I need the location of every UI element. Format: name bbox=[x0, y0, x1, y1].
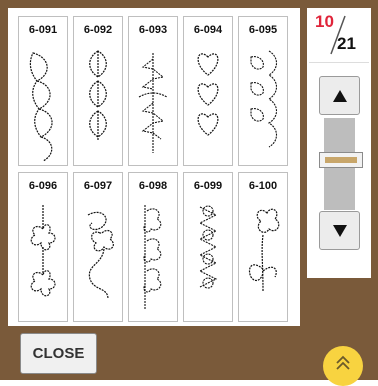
pattern-code: 6-091 bbox=[28, 24, 58, 36]
pattern-code: 6-099 bbox=[193, 180, 223, 192]
pattern-tile-6-095[interactable]: 6-095 bbox=[238, 16, 288, 166]
triangle-up-icon bbox=[332, 89, 347, 102]
pattern-code: 6-098 bbox=[138, 180, 168, 192]
pattern-code: 6-096 bbox=[28, 180, 58, 192]
small-clover-chain-icon bbox=[198, 205, 218, 289]
pattern-code: 6-092 bbox=[83, 24, 113, 36]
pattern-tile-6-096[interactable]: 6-096 bbox=[18, 172, 68, 322]
pattern-tile-6-100[interactable]: 6-100 bbox=[238, 172, 288, 322]
pattern-tile-6-094[interactable]: 6-094 bbox=[183, 16, 233, 166]
pattern-code: 6-093 bbox=[138, 24, 168, 36]
pattern-tile-6-091[interactable]: 6-091 bbox=[18, 16, 68, 166]
double-chevron-up-icon bbox=[336, 355, 350, 370]
expand-button[interactable] bbox=[323, 346, 363, 386]
scroll-thumb[interactable] bbox=[319, 152, 363, 168]
page-indicator: 10 21 bbox=[309, 10, 369, 63]
single-flower-stem-icon bbox=[248, 208, 280, 292]
scroll-up-button[interactable] bbox=[319, 76, 360, 115]
vertical-leaf-vine-icon bbox=[29, 52, 53, 162]
pattern-tile-6-099[interactable]: 6-099 bbox=[183, 172, 233, 322]
fern-leaves-icon bbox=[138, 53, 168, 153]
pattern-tile-6-097[interactable]: 6-097 bbox=[73, 172, 123, 322]
clover-chain-icon bbox=[143, 205, 162, 309]
pattern-tile-6-093[interactable]: 6-093 bbox=[128, 16, 178, 166]
swirl-flower-icon bbox=[87, 211, 114, 300]
tulip-scallop-icon bbox=[250, 50, 278, 148]
close-button[interactable]: CLOSE bbox=[20, 333, 97, 374]
four-petal-flowers-icon bbox=[30, 205, 56, 297]
pattern-tile-6-098[interactable]: 6-098 bbox=[128, 172, 178, 322]
pattern-code: 6-094 bbox=[193, 24, 223, 36]
pattern-code: 6-100 bbox=[248, 180, 278, 192]
heart-chain-icon bbox=[197, 53, 219, 136]
thumb-grip bbox=[325, 157, 357, 163]
pattern-code: 6-097 bbox=[83, 180, 113, 192]
total-pages: 21 bbox=[337, 34, 356, 53]
current-page: 10 bbox=[315, 12, 334, 31]
stacked-leaves-icon bbox=[89, 50, 107, 141]
pattern-tile-6-092[interactable]: 6-092 bbox=[73, 16, 123, 166]
scroll-down-button[interactable] bbox=[319, 211, 360, 250]
pattern-selection-screen: 6-091 6-092 6-093 6-094 6-095 6-096 6-09… bbox=[0, 0, 378, 386]
pattern-code: 6-095 bbox=[248, 24, 278, 36]
triangle-down-icon bbox=[332, 224, 347, 237]
